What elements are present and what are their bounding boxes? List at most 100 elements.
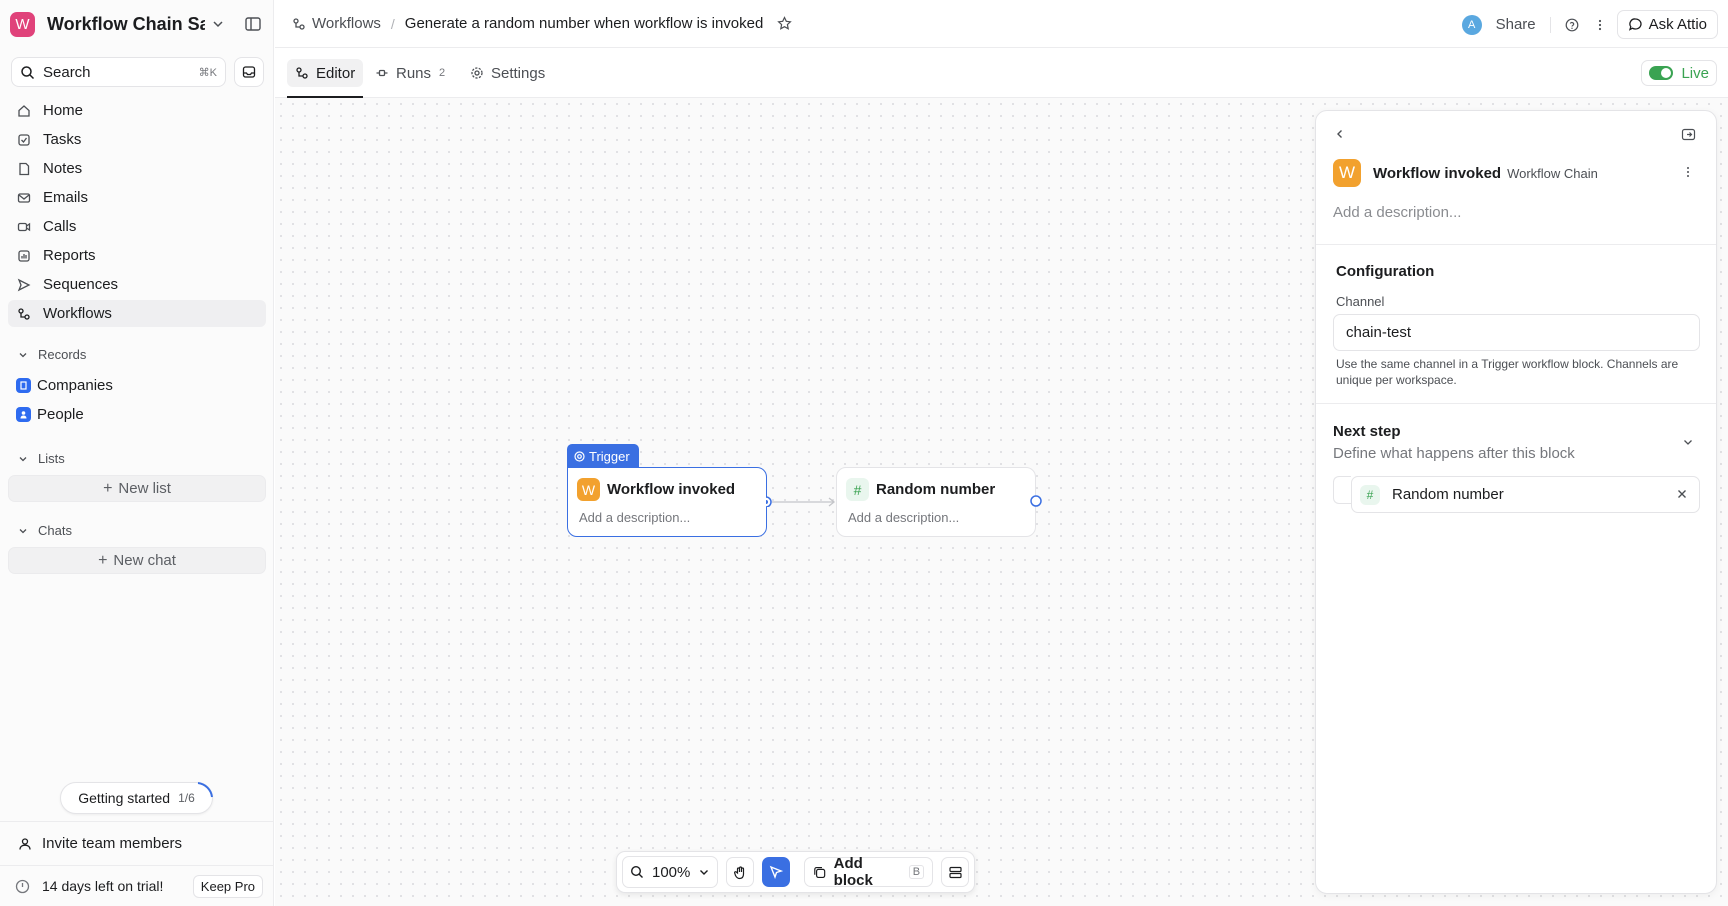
new-chat-button[interactable]: + New chat xyxy=(8,547,266,574)
user-icon xyxy=(19,837,31,850)
tab-label: Runs xyxy=(396,64,432,82)
trial-banner: 14 days left on trial! Keep Pro xyxy=(0,865,274,906)
node-description[interactable]: Add a description... xyxy=(848,510,959,525)
trigger-tag: Trigger xyxy=(567,444,639,468)
next-step-connector xyxy=(1333,476,1351,504)
inbox-button[interactable] xyxy=(234,57,264,87)
search-icon xyxy=(630,865,643,878)
nav-label: Calls xyxy=(43,218,77,235)
node-description[interactable]: Add a description... xyxy=(579,510,690,525)
channel-field[interactable]: chain-test xyxy=(1333,314,1700,351)
records-heading: Records xyxy=(38,347,87,362)
getting-started-button[interactable]: Getting started 1/6 xyxy=(60,782,213,814)
zoom-control[interactable]: 100% xyxy=(622,856,719,888)
live-toggle[interactable]: Live xyxy=(1641,60,1717,86)
search-label: Search xyxy=(43,63,91,81)
search-shortcut: ⌘K xyxy=(198,66,217,79)
nav-item-workflows[interactable]: Workflows xyxy=(8,300,266,327)
workflow-badge-icon: W xyxy=(577,478,600,501)
panel-title: Workflow invoked xyxy=(1373,164,1502,182)
new-chat-label: New chat xyxy=(113,552,176,569)
workspace-name: Workflow Chain Sa... xyxy=(47,13,205,34)
node-random-number[interactable]: # Random number Add a description... xyxy=(836,467,1036,537)
chevron-down-icon xyxy=(19,528,27,533)
lists-section-toggle[interactable]: Lists xyxy=(18,451,65,466)
invite-team-button[interactable]: Invite team members xyxy=(0,821,274,865)
nav-label: Home xyxy=(43,102,84,119)
person-icon xyxy=(16,407,31,422)
nav-label: Notes xyxy=(43,160,83,177)
block-detail-panel: W Workflow invoked Workflow Chain Add a … xyxy=(1315,110,1717,894)
send-icon xyxy=(17,278,31,291)
keep-pro-button[interactable]: Keep Pro xyxy=(192,875,263,898)
plus-icon: + xyxy=(103,479,113,497)
star-icon[interactable] xyxy=(777,16,793,31)
close-icon[interactable] xyxy=(1676,488,1688,500)
tab-settings[interactable]: Settings xyxy=(462,59,553,87)
search-input[interactable]: Search ⌘K xyxy=(11,57,226,87)
trial-label: 14 days left on trial! xyxy=(42,878,164,894)
back-chevron-icon[interactable] xyxy=(1334,128,1346,140)
breadcrumb-root-label: Workflows xyxy=(312,15,381,32)
chevron-down-icon[interactable] xyxy=(211,17,225,31)
chats-section-toggle[interactable]: Chats xyxy=(18,523,72,538)
nav-item-reports[interactable]: Reports xyxy=(8,242,266,269)
getting-started-label: Getting started xyxy=(78,790,171,806)
records-section-toggle[interactable]: Records xyxy=(18,347,86,362)
node-workflow-invoked[interactable]: W Workflow invoked Add a description... xyxy=(567,467,767,537)
help-icon[interactable] xyxy=(1565,18,1579,32)
next-step-subtitle: Define what happens after this block xyxy=(1333,445,1575,462)
panel-subtitle: Workflow Chain xyxy=(1507,165,1598,181)
home-icon xyxy=(18,104,30,117)
node-title: W Workflow invoked xyxy=(577,478,735,501)
configuration-heading: Configuration xyxy=(1336,263,1435,280)
lists-heading: Lists xyxy=(38,451,65,466)
avatar[interactable]: A xyxy=(1461,14,1482,35)
nav-label: Emails xyxy=(43,189,89,206)
more-vertical-icon[interactable] xyxy=(1682,166,1694,178)
tab-editor[interactable]: Editor xyxy=(287,59,364,87)
output-handle-icon[interactable] xyxy=(1030,495,1042,507)
divider xyxy=(1316,403,1716,404)
report-icon xyxy=(18,249,30,262)
record-item-companies[interactable]: Companies xyxy=(16,377,113,394)
description-field[interactable]: Add a description... xyxy=(1333,204,1461,221)
add-block-icon xyxy=(814,866,826,878)
nav-item-sequences[interactable]: Sequences xyxy=(8,271,266,298)
workspace-switcher[interactable]: W Workflow Chain Sa... xyxy=(10,11,262,37)
breadcrumb-workflows[interactable]: Workflows xyxy=(292,15,381,32)
page-title[interactable]: Generate a random number when workflow i… xyxy=(405,15,764,32)
add-block-label: Add block xyxy=(833,855,873,889)
breadcrumb-separator: / xyxy=(390,15,395,32)
hand-tool-button[interactable] xyxy=(726,857,755,887)
nav-item-tasks[interactable]: Tasks xyxy=(8,126,266,153)
chevron-down-icon[interactable] xyxy=(1682,436,1694,448)
cursor-icon xyxy=(769,865,784,879)
tab-runs[interactable]: Runs 2 xyxy=(367,59,453,87)
collapse-panel-icon[interactable] xyxy=(1681,127,1696,142)
sidebar-toggle-icon[interactable] xyxy=(244,15,262,33)
select-tool-button[interactable] xyxy=(762,857,791,887)
live-label: Live xyxy=(1681,64,1709,82)
sidebar: W Workflow Chain Sa... Search ⌘K Home Ta… xyxy=(0,0,274,906)
layout-tool-button[interactable] xyxy=(941,857,969,887)
nav-label: Reports xyxy=(43,247,96,264)
new-list-button[interactable]: + New list xyxy=(8,475,266,502)
workflow-icon xyxy=(293,17,305,30)
more-vertical-icon[interactable] xyxy=(1593,18,1607,32)
share-button[interactable]: Share xyxy=(1496,16,1536,33)
nav-item-home[interactable]: Home xyxy=(8,97,266,124)
nav-item-calls[interactable]: Calls xyxy=(8,213,266,240)
workspace-logo: W xyxy=(10,11,35,37)
node-title: # Random number xyxy=(846,478,995,501)
nav-item-emails[interactable]: Emails xyxy=(8,184,266,211)
chats-heading: Chats xyxy=(38,523,72,538)
trigger-tag-label: Trigger xyxy=(589,448,630,464)
nav-item-notes[interactable]: Notes xyxy=(8,155,266,182)
ask-attio-button[interactable]: Ask Attio xyxy=(1616,10,1718,39)
chevron-down-icon xyxy=(19,456,27,461)
next-step-item[interactable]: # Random number xyxy=(1351,476,1700,513)
record-item-people[interactable]: People xyxy=(16,406,84,423)
nav-label: Workflows xyxy=(43,305,112,322)
add-block-button[interactable]: Add block B xyxy=(804,855,934,889)
